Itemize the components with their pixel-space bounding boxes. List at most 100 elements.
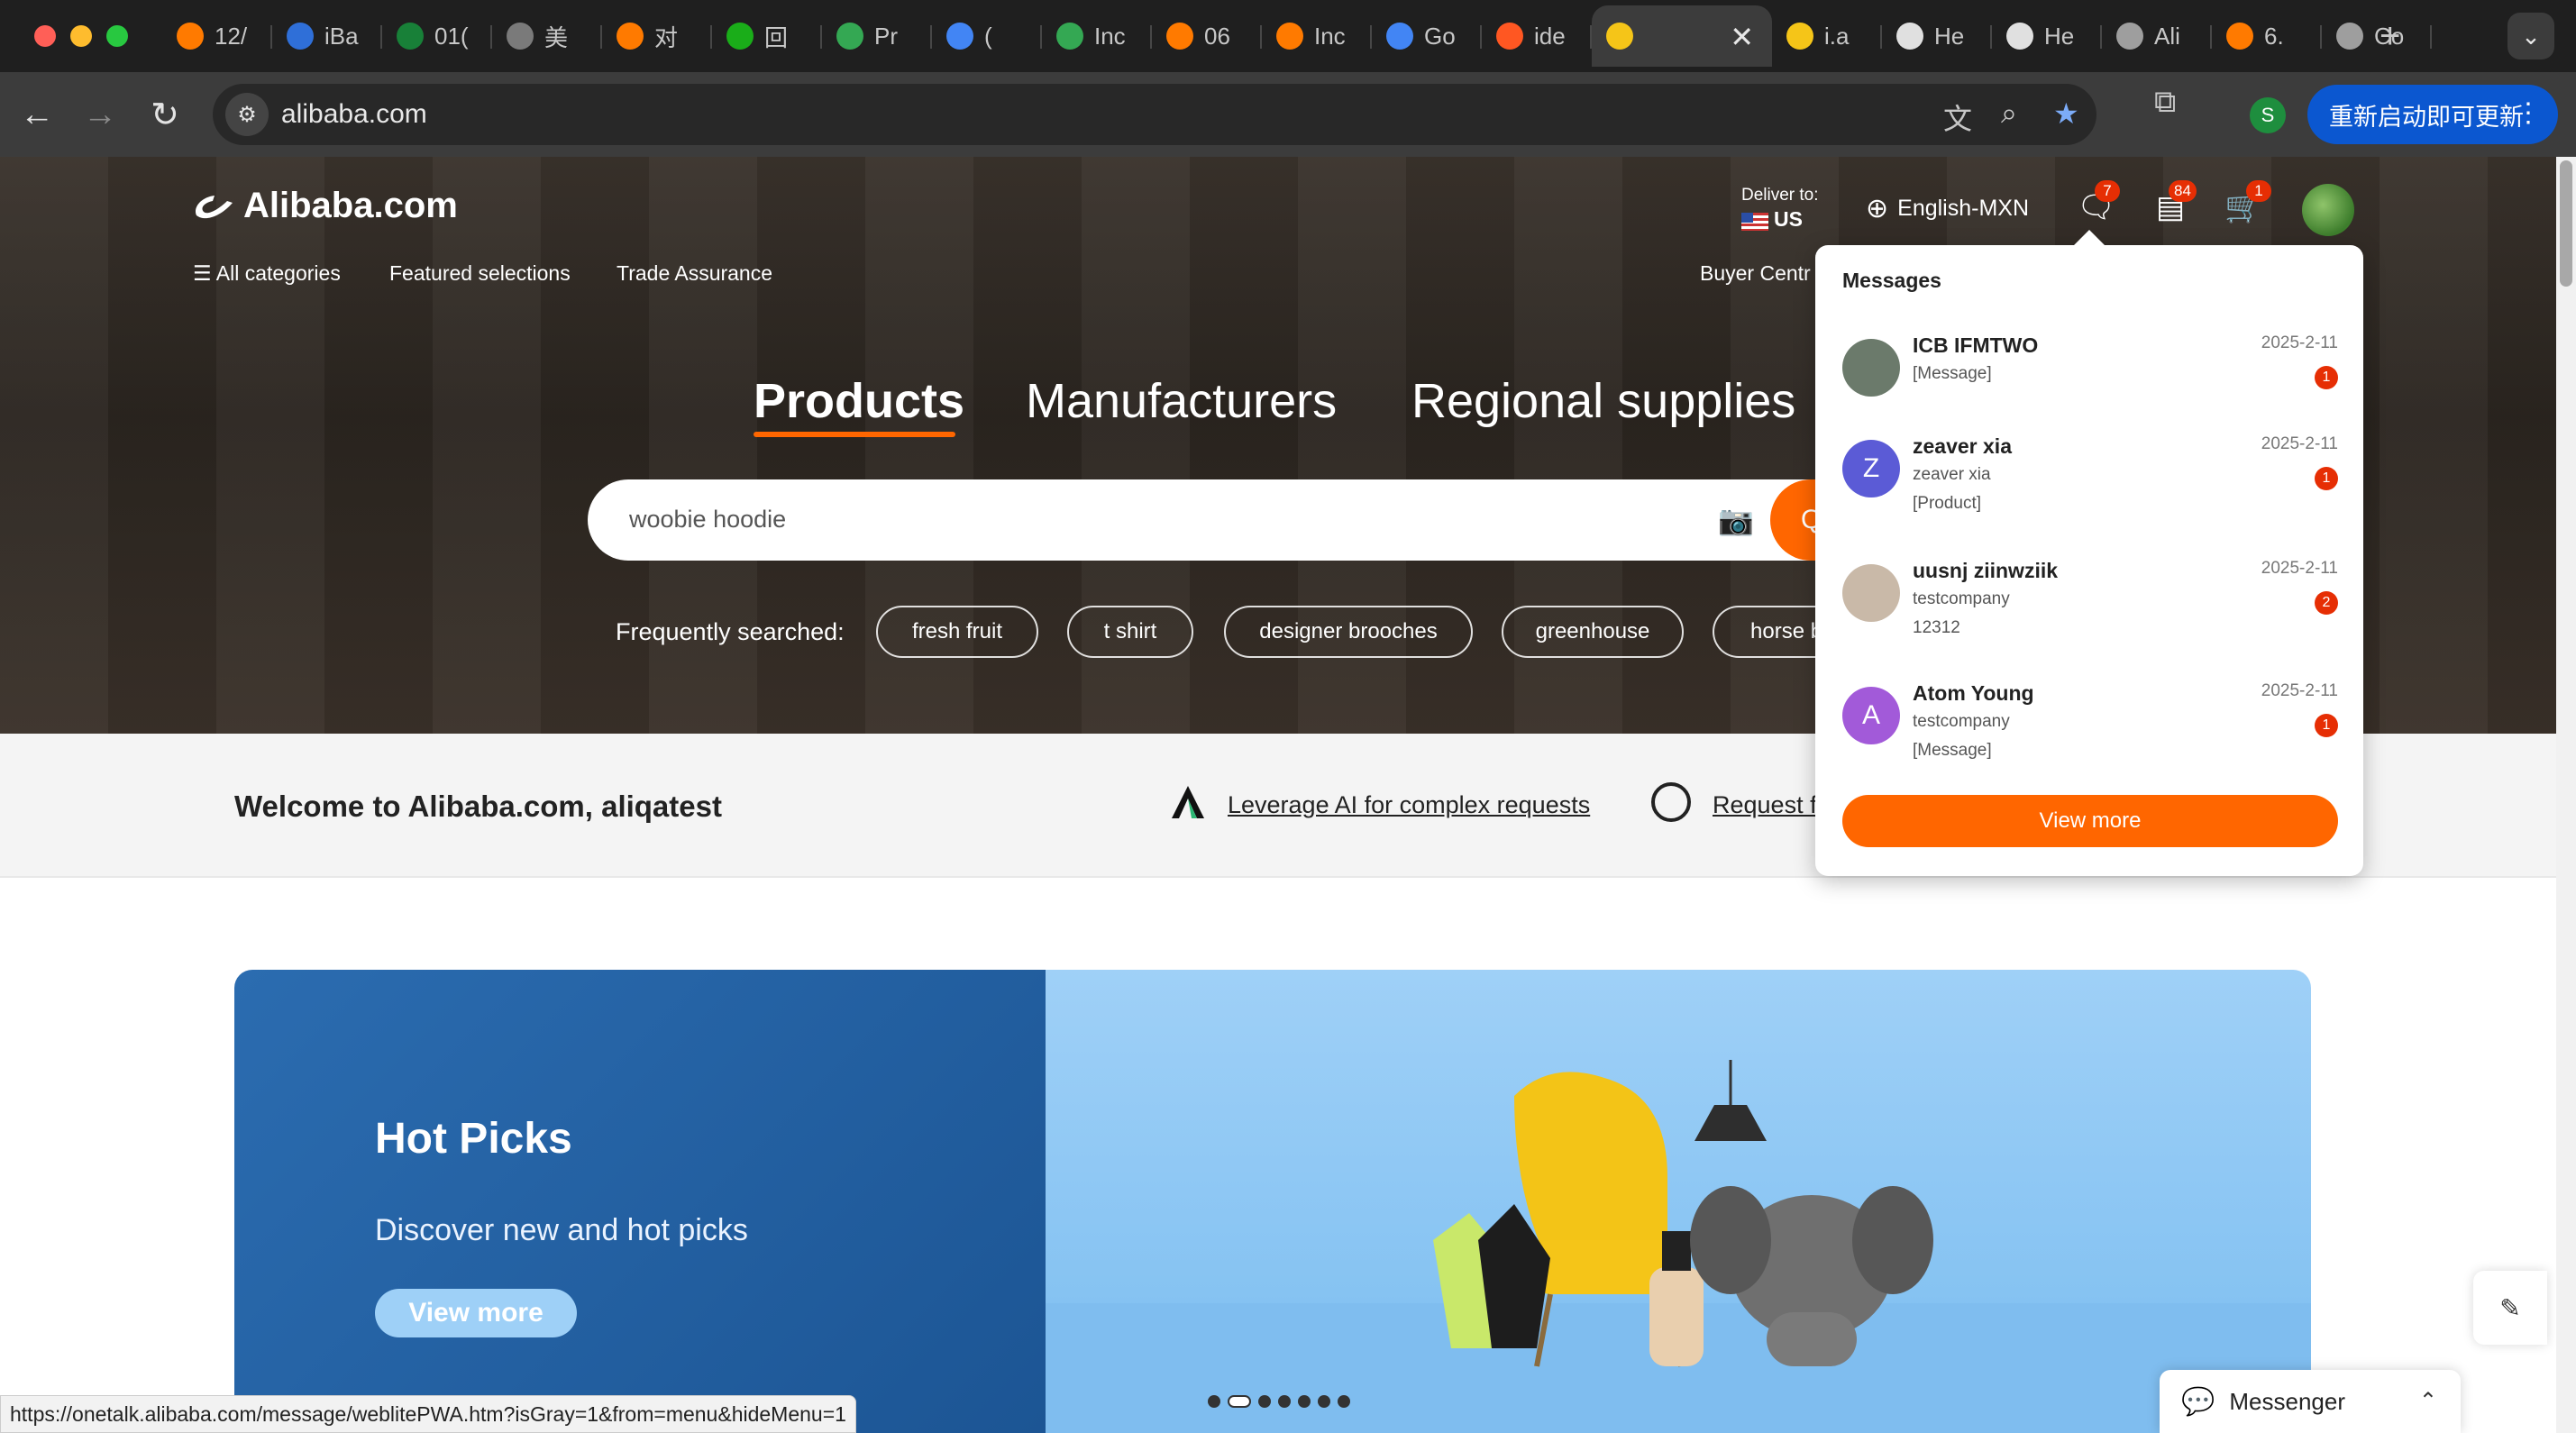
reload-icon[interactable]: ↻ bbox=[142, 92, 187, 137]
browser-tab[interactable]: Co bbox=[2322, 5, 2432, 67]
messenger-label: Messenger bbox=[2229, 1387, 2345, 1415]
search-chip[interactable]: greenhouse bbox=[1502, 606, 1684, 658]
tab-products[interactable]: Products bbox=[754, 373, 964, 429]
leaf-icon bbox=[836, 23, 863, 50]
browser-tab[interactable]: 01( bbox=[382, 5, 492, 67]
close-tab-icon[interactable]: ✕ bbox=[1730, 20, 1754, 54]
messenger-widget[interactable]: 💬 Messenger ⌃ bbox=[2160, 1370, 2461, 1433]
browser-tab[interactable]: Pr bbox=[822, 5, 932, 67]
deliver-label: Deliver to: bbox=[1741, 186, 1819, 205]
carousel-dots bbox=[1208, 1395, 1350, 1408]
browser-tab[interactable]: iBa bbox=[272, 5, 382, 67]
message-date: 2025-2-11 bbox=[2261, 681, 2338, 700]
tab-title: 06 bbox=[1204, 22, 1230, 50]
language-label: English-MXN bbox=[1897, 196, 2030, 221]
language-currency-selector[interactable]: ⊕ English-MXN bbox=[1866, 193, 2029, 224]
extensions-puzzle-icon[interactable]: ⧉ bbox=[2154, 85, 2176, 120]
view-more-messages-button[interactable]: View more bbox=[1842, 795, 2338, 847]
carousel-dot-active[interactable] bbox=[1228, 1395, 1251, 1408]
window-zoom-button[interactable] bbox=[106, 25, 128, 47]
request-quotation-link[interactable]: Request f bbox=[1713, 791, 1817, 819]
carousel-dot[interactable] bbox=[1258, 1395, 1271, 1408]
alibaba-logo[interactable]: Alibaba.com bbox=[191, 186, 458, 226]
back-arrow-icon[interactable]: ← bbox=[14, 92, 59, 137]
update-button[interactable]: 重新启动即可更新 ⋮ bbox=[2307, 85, 2558, 144]
browser-tab[interactable]: He bbox=[1882, 5, 1992, 67]
cart-badge: 1 bbox=[2246, 180, 2271, 202]
address-bar[interactable]: ⚙ alibaba.com 文 ⌕ ★ bbox=[213, 84, 2096, 145]
browser-tab[interactable]: i.a bbox=[1772, 5, 1882, 67]
browser-tab-active[interactable]: ✕ bbox=[1592, 5, 1772, 67]
camera-icon[interactable]: 📷 bbox=[1718, 503, 1754, 537]
globe-icon bbox=[2116, 23, 2143, 50]
page-scrollbar[interactable] bbox=[2556, 157, 2576, 1433]
lines-icon bbox=[726, 23, 754, 50]
message-item[interactable]: uusnj ziinwziik testcompany 12312 2025-2… bbox=[1842, 559, 2338, 667]
browser-tab[interactable]: ( bbox=[932, 5, 1042, 67]
new-tab-button[interactable]: + bbox=[2380, 16, 2400, 57]
browser-tab[interactable]: ide bbox=[1482, 5, 1592, 67]
featured-selections-link[interactable]: Featured selections bbox=[389, 261, 571, 286]
browser-tab[interactable]: Go bbox=[1372, 5, 1482, 67]
window-close-button[interactable] bbox=[34, 25, 56, 47]
browser-tab[interactable]: 对 bbox=[602, 5, 712, 67]
user-avatar[interactable] bbox=[2302, 184, 2354, 236]
carousel-dot[interactable] bbox=[1338, 1395, 1350, 1408]
window-minimize-button[interactable] bbox=[70, 25, 92, 47]
browser-tab[interactable]: Inc bbox=[1042, 5, 1152, 67]
tab-title: Inc bbox=[1094, 22, 1126, 50]
banner-view-more-button[interactable]: View more bbox=[375, 1289, 577, 1337]
alibaba-icon bbox=[1276, 23, 1303, 50]
banner-subtitle: Discover new and hot picks bbox=[375, 1213, 748, 1247]
trade-assurance-link[interactable]: Trade Assurance bbox=[617, 261, 772, 286]
diamond-icon bbox=[1896, 23, 1923, 50]
forward-arrow-icon[interactable]: → bbox=[78, 92, 123, 137]
message-item[interactable]: Z zeaver xia zeaver xia [Product] 2025-2… bbox=[1842, 434, 2338, 543]
sheets-icon bbox=[397, 23, 424, 50]
unread-count-badge: 1 bbox=[2315, 366, 2338, 389]
chevron-up-icon[interactable]: ⌃ bbox=[2419, 1388, 2437, 1414]
carousel-dot[interactable] bbox=[1278, 1395, 1291, 1408]
browser-tab[interactable]: Ali bbox=[2102, 5, 2212, 67]
translate-icon[interactable]: 文 bbox=[1943, 96, 1972, 138]
alibaba-icon bbox=[1166, 23, 1193, 50]
browser-tab[interactable]: 回 bbox=[712, 5, 822, 67]
zoom-icon[interactable]: ⌕ bbox=[2001, 96, 2017, 131]
search-chip[interactable]: fresh fruit bbox=[876, 606, 1038, 658]
search-chip[interactable]: designer brooches bbox=[1224, 606, 1473, 658]
hot-picks-banner[interactable]: Hot Picks Discover new and hot picks Vie… bbox=[234, 970, 2311, 1433]
message-item[interactable]: A Atom Young testcompany [Message] 2025-… bbox=[1842, 681, 2338, 790]
browser-tab[interactable]: 12/ bbox=[162, 5, 272, 67]
browser-tab[interactable]: 美 bbox=[492, 5, 602, 67]
more-vert-icon[interactable]: ⋮ bbox=[2515, 97, 2542, 129]
scrollbar-thumb[interactable] bbox=[2560, 160, 2572, 287]
bookmark-star-icon[interactable]: ★ bbox=[2053, 96, 2079, 131]
message-preview: [Product] bbox=[1913, 494, 1982, 513]
browser-tab[interactable]: 6. bbox=[2212, 5, 2322, 67]
carousel-dot[interactable] bbox=[1318, 1395, 1330, 1408]
carousel-dot[interactable] bbox=[1298, 1395, 1311, 1408]
url-text[interactable]: alibaba.com bbox=[281, 99, 427, 130]
browser-tab[interactable]: 06 bbox=[1152, 5, 1262, 67]
search-input[interactable]: woobie hoodie bbox=[629, 506, 786, 534]
ibank-icon bbox=[287, 23, 314, 50]
deliver-to-selector[interactable]: Deliver to: US bbox=[1741, 184, 1819, 233]
ai-request-link[interactable]: Leverage AI for complex requests bbox=[1228, 791, 1590, 819]
browser-tab[interactable]: He bbox=[1992, 5, 2102, 67]
all-categories-link[interactable]: ☰ All categories bbox=[193, 261, 341, 286]
contact-name: ICB IFMTWO bbox=[1913, 333, 2039, 357]
browser-tab[interactable]: Inc bbox=[1262, 5, 1372, 67]
unread-count-badge: 1 bbox=[2315, 714, 2338, 737]
message-preview: [Message] bbox=[1913, 364, 1992, 383]
feedback-icon[interactable]: ✎ bbox=[2473, 1271, 2547, 1345]
message-item[interactable]: ICB IFMTWO [Message] 2025-2-11 1 bbox=[1842, 333, 2338, 442]
tab-manufacturers[interactable]: Manufacturers bbox=[1026, 373, 1337, 429]
unread-count-badge: 2 bbox=[2315, 591, 2338, 615]
tab-regional-supplies[interactable]: Regional supplies bbox=[1411, 373, 1795, 429]
carousel-dot[interactable] bbox=[1208, 1395, 1220, 1408]
tab-search-chevron-icon[interactable]: ⌄ bbox=[2507, 13, 2554, 59]
buyer-central-link[interactable]: Buyer Centr bbox=[1700, 261, 1811, 286]
profile-avatar[interactable]: S bbox=[2250, 97, 2286, 133]
site-info-icon[interactable]: ⚙ bbox=[225, 93, 269, 136]
search-chip[interactable]: t shirt bbox=[1067, 606, 1193, 658]
